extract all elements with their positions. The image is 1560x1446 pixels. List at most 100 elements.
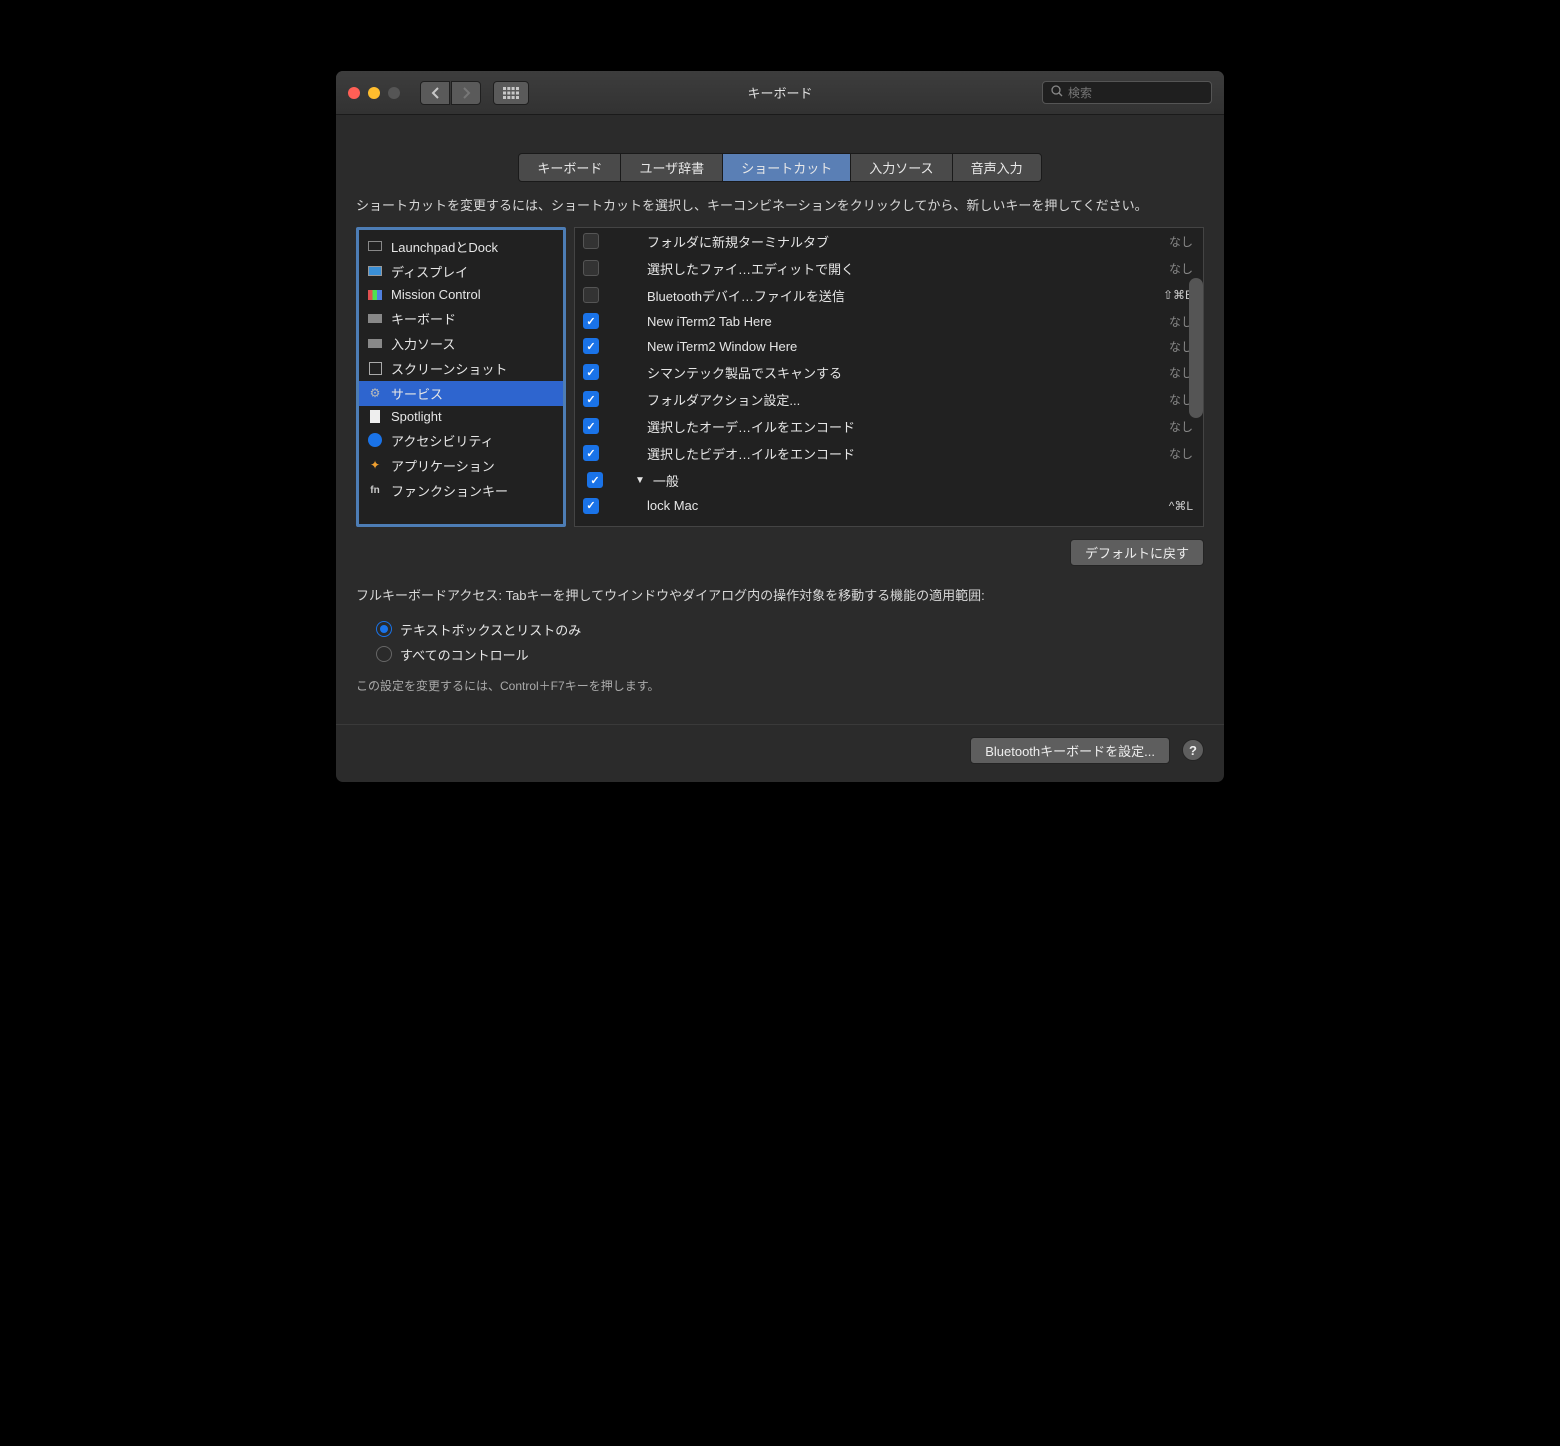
shortcut-row[interactable]: フォルダアクション設定...なし <box>575 386 1203 413</box>
shortcut-checkbox[interactable] <box>583 233 599 249</box>
shortcut-row[interactable]: New iTerm2 Window Hereなし <box>575 334 1203 359</box>
help-button[interactable]: ? <box>1182 739 1204 761</box>
mc-icon <box>367 287 383 303</box>
sidebar-item-0[interactable]: LaunchpadとDock <box>359 234 563 259</box>
sidebar-item-3[interactable]: キーボード <box>359 306 563 331</box>
shortcut-label: 選択したファイ…エディットで開く <box>647 259 1161 278</box>
full-keyboard-access-label: フルキーボードアクセス: Tabキーを押してウインドウやダイアログ内の操作対象を… <box>356 586 1204 607</box>
sidebar-item-label: 入力ソース <box>391 334 455 353</box>
tab-2[interactable]: ショートカット <box>723 154 851 181</box>
shortcut-group-header[interactable]: ▼一般 <box>575 467 1203 494</box>
monitor-icon <box>367 263 383 279</box>
tab-4[interactable]: 音声入力 <box>953 154 1041 181</box>
titlebar: キーボード <box>336 71 1224 115</box>
forward-button[interactable] <box>451 81 481 105</box>
shortcut-row[interactable]: Bluetoothデバイ…ファイルを送信⇧⌘B <box>575 282 1203 309</box>
shortcut-checkbox[interactable] <box>583 418 599 434</box>
fn-icon: fn <box>367 482 383 498</box>
nav-buttons-group <box>420 81 481 105</box>
chevron-right-icon <box>462 87 471 99</box>
search-field[interactable] <box>1042 81 1212 104</box>
radio-button[interactable] <box>376 646 392 662</box>
sidebar-item-label: スクリーンショット <box>391 359 507 378</box>
shortcut-checkbox[interactable] <box>583 313 599 329</box>
shortcut-label: New iTerm2 Window Here <box>647 339 1161 354</box>
sidebar-item-4[interactable]: 入力ソース <box>359 331 563 356</box>
shortcut-checkbox[interactable] <box>583 287 599 303</box>
shortcut-checkbox[interactable] <box>583 445 599 461</box>
sidebar-item-6[interactable]: ⚙サービス <box>359 381 563 406</box>
scrollbar-thumb[interactable] <box>1189 278 1203 418</box>
minimize-window-button[interactable] <box>368 87 380 99</box>
grid-icon <box>503 87 519 99</box>
shortcut-checkbox[interactable] <box>583 338 599 354</box>
shortcut-key[interactable]: なし <box>1169 418 1193 435</box>
shortcut-label: フォルダアクション設定... <box>647 390 1161 409</box>
show-all-button[interactable] <box>493 81 529 105</box>
launchpad-icon <box>367 238 383 254</box>
sidebar-item-5[interactable]: スクリーンショット <box>359 356 563 381</box>
radio-label: テキストボックスとリストのみ <box>400 620 581 639</box>
zoom-window-button[interactable] <box>388 87 400 99</box>
tab-0[interactable]: キーボード <box>519 154 621 181</box>
shortcut-label: 選択したオーデ…イルをエンコード <box>647 417 1161 436</box>
sidebar-item-label: Mission Control <box>391 287 481 302</box>
shortcut-checkbox[interactable] <box>583 260 599 276</box>
shortcut-group-checkbox[interactable] <box>587 472 603 488</box>
sidebar-item-label: ディスプレイ <box>391 262 468 281</box>
sidebar-item-label: ファンクションキー <box>391 481 508 500</box>
shortcut-label: 選択したビデオ…イルをエンコード <box>647 444 1161 463</box>
shortcut-key[interactable]: なし <box>1169 445 1193 462</box>
shortcut-label: フォルダに新規ターミナルタブ <box>647 232 1161 251</box>
tab-3[interactable]: 入力ソース <box>851 154 952 181</box>
shortcut-list[interactable]: フォルダに新規ターミナルタブなし選択したファイ…エディットで開くなしBlueto… <box>574 227 1204 527</box>
shortcut-label: Bluetoothデバイ…ファイルを送信 <box>647 286 1155 305</box>
shortcut-key[interactable]: なし <box>1169 233 1193 250</box>
doc-icon <box>367 409 383 425</box>
shortcut-row[interactable]: New iTerm2 Tab Hereなし <box>575 309 1203 334</box>
disclosure-triangle-icon[interactable]: ▼ <box>635 475 645 486</box>
sidebar-item-label: キーボード <box>391 309 456 328</box>
shortcut-row[interactable]: 選択したファイ…エディットで開くなし <box>575 255 1203 282</box>
shortcut-row[interactable]: lock Mac^⌘L <box>575 494 1203 518</box>
shortcut-checkbox[interactable] <box>583 391 599 407</box>
restore-defaults-button[interactable]: デフォルトに戻す <box>1070 539 1204 566</box>
traffic-lights <box>348 87 400 99</box>
instruction-text: ショートカットを変更するには、ショートカットを選択し、キーコンビネーションをクリ… <box>356 196 1204 217</box>
acc-icon <box>367 432 383 448</box>
radio-button[interactable] <box>376 621 392 637</box>
shortcut-row[interactable]: フォルダに新規ターミナルタブなし <box>575 228 1203 255</box>
sidebar-item-9[interactable]: ✦アプリケーション <box>359 453 563 478</box>
content-area: キーボードユーザ辞書ショートカット入力ソース音声入力 ショートカットを変更するに… <box>336 115 1224 782</box>
fka-radio-0[interactable]: テキストボックスとリストのみ <box>376 617 1204 642</box>
fka-radio-1[interactable]: すべてのコントロール <box>376 642 1204 667</box>
search-icon <box>1051 85 1063 100</box>
footer: Bluetoothキーボードを設定... ? <box>336 724 1224 782</box>
search-input[interactable] <box>1068 86 1203 100</box>
shortcut-row[interactable]: 選択したビデオ…イルをエンコードなし <box>575 440 1203 467</box>
tab-bar: キーボードユーザ辞書ショートカット入力ソース音声入力 <box>356 153 1204 182</box>
screenshot-icon <box>367 360 383 376</box>
sidebar-item-2[interactable]: Mission Control <box>359 284 563 306</box>
shortcut-row[interactable]: シマンテック製品でスキャンするなし <box>575 359 1203 386</box>
shortcut-row[interactable]: 選択したオーデ…イルをエンコードなし <box>575 413 1203 440</box>
sidebar-item-8[interactable]: アクセシビリティ <box>359 428 563 453</box>
keyboard-icon <box>367 310 383 326</box>
shortcut-key[interactable]: なし <box>1169 260 1193 277</box>
shortcut-key[interactable]: ^⌘L <box>1169 499 1193 513</box>
category-sidebar[interactable]: LaunchpadとDock ディスプレイ Mission Control キーボード… <box>356 227 566 527</box>
sidebar-item-label: LaunchpadとDock <box>391 237 498 256</box>
full-keyboard-access-radio-group: テキストボックスとリストのみすべてのコントロール <box>376 617 1204 667</box>
bluetooth-keyboard-setup-button[interactable]: Bluetoothキーボードを設定... <box>970 737 1170 764</box>
close-window-button[interactable] <box>348 87 360 99</box>
back-button[interactable] <box>420 81 450 105</box>
sidebar-item-7[interactable]: Spotlight <box>359 406 563 428</box>
sidebar-item-label: サービス <box>391 384 443 403</box>
app-icon: ✦ <box>367 457 383 473</box>
shortcut-label: シマンテック製品でスキャンする <box>647 363 1161 382</box>
shortcut-checkbox[interactable] <box>583 498 599 514</box>
sidebar-item-1[interactable]: ディスプレイ <box>359 259 563 284</box>
sidebar-item-10[interactable]: fn ファンクションキー <box>359 478 563 503</box>
shortcut-checkbox[interactable] <box>583 364 599 380</box>
tab-1[interactable]: ユーザ辞書 <box>621 154 723 181</box>
